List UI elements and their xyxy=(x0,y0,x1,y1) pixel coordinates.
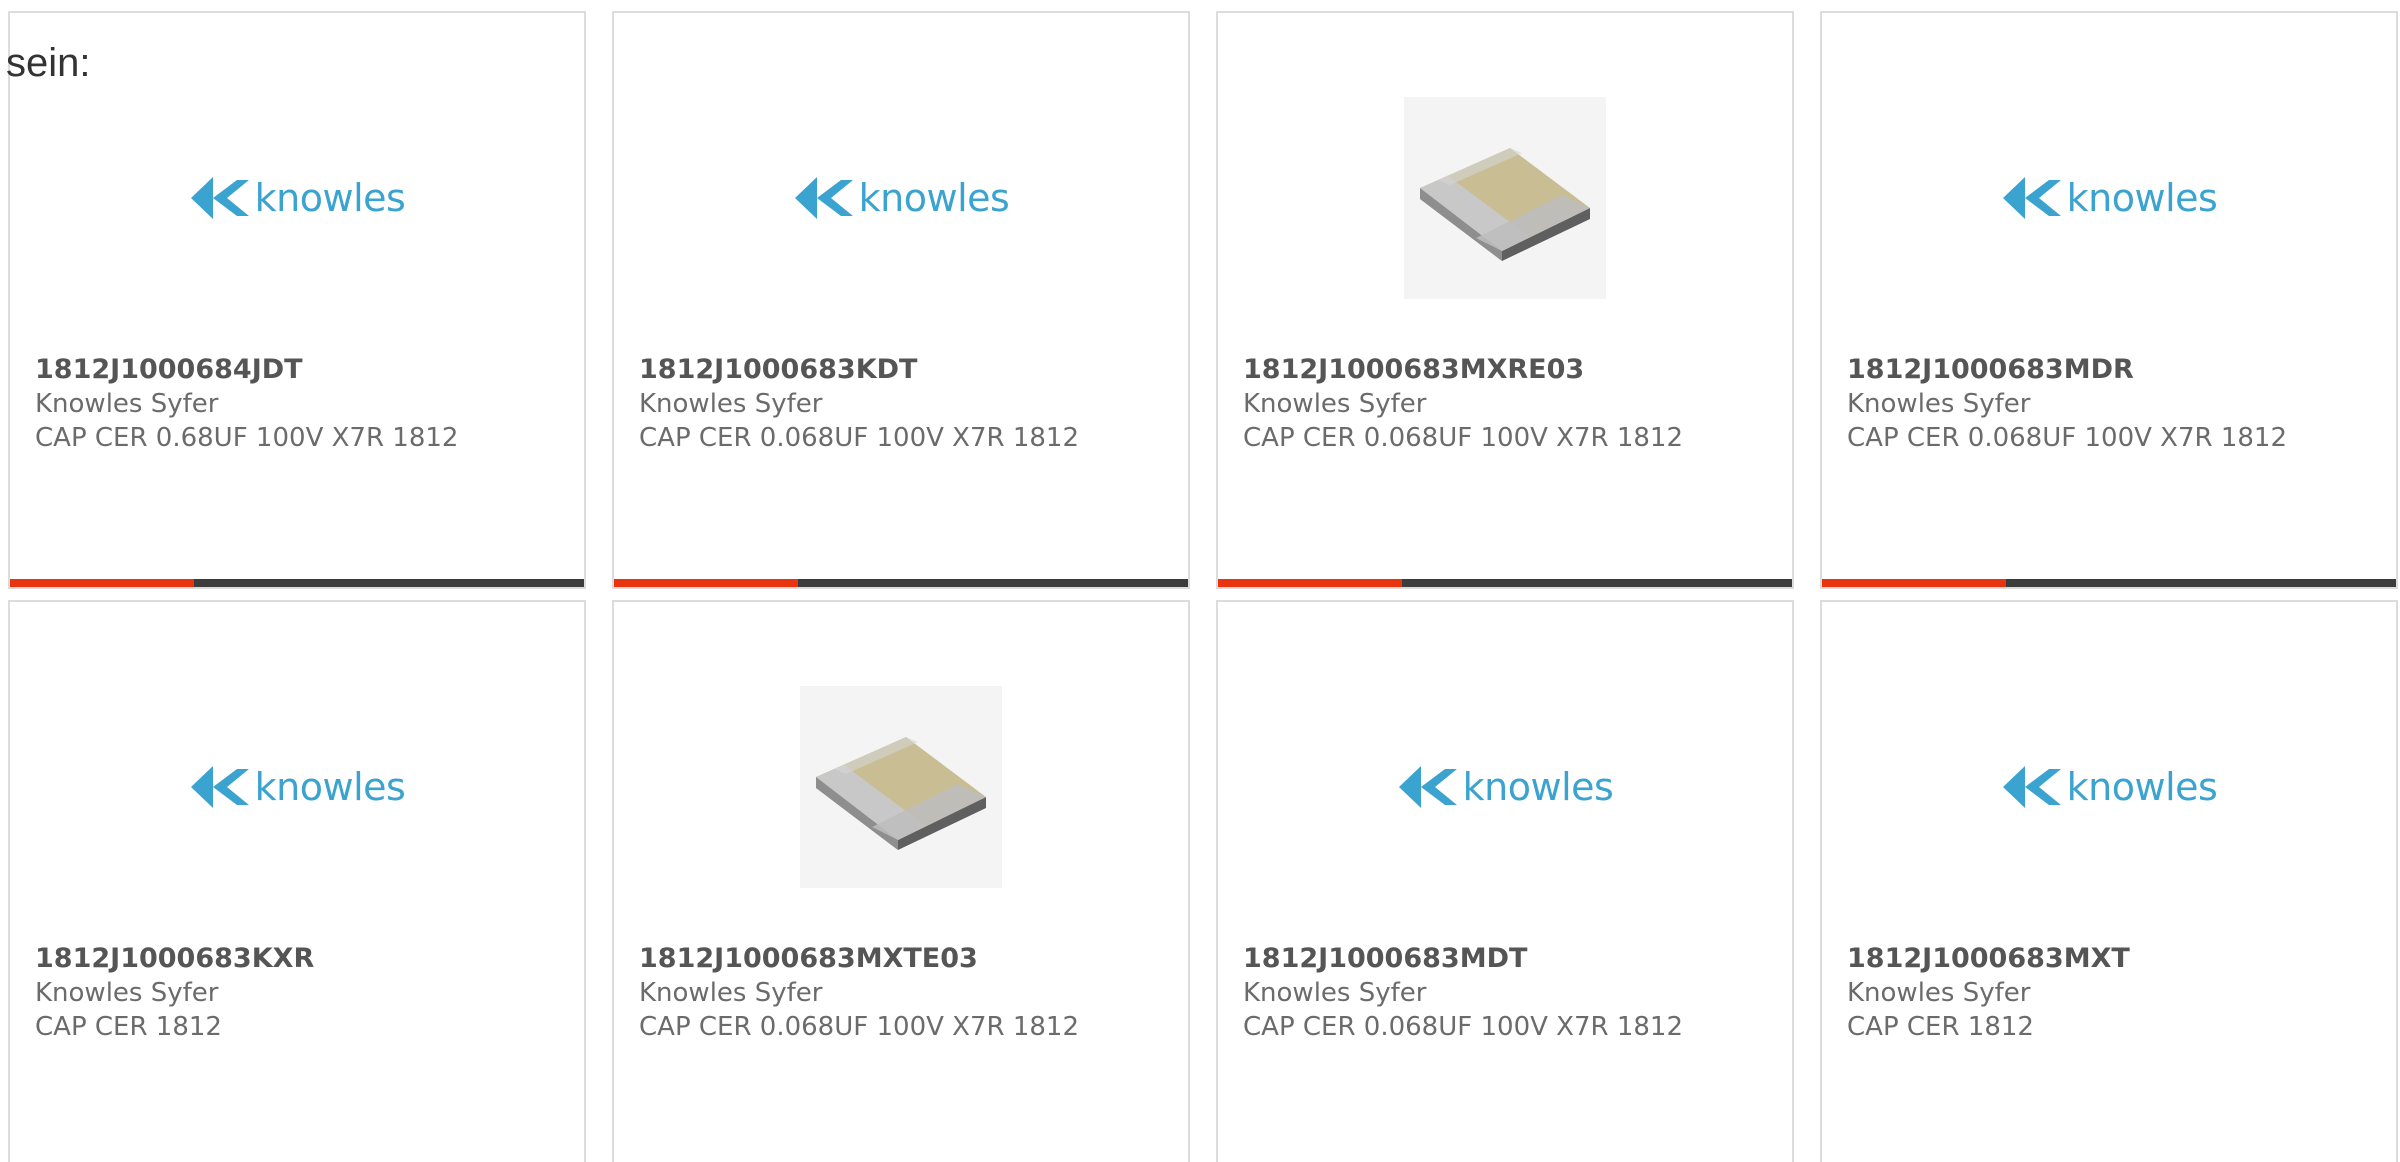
progress-bar xyxy=(1822,579,2396,587)
product-description: CAP CER 0.068UF 100V X7R 1812 xyxy=(639,423,1080,453)
chip-capacitor-icon xyxy=(1420,148,1590,261)
knowles-wordmark: knowles xyxy=(254,765,406,809)
product-image xyxy=(800,686,1002,888)
chip-capacitor-icon xyxy=(816,737,986,850)
knowles-logo: knowles xyxy=(2001,764,2218,810)
product-media: knowles xyxy=(10,71,584,325)
progress-bar-fill xyxy=(1218,579,1402,587)
manufacturer: Knowles Syfer xyxy=(35,389,219,419)
product-card[interactable]: knowles 1812J1000683KDT Knowles Syfer CAP C… xyxy=(612,11,1190,589)
knowles-logo: knowles xyxy=(1397,764,1614,810)
product-card[interactable]: knowles 1812J1000683MDT Knowles Syfer CAP C… xyxy=(1216,600,1794,1162)
product-description: CAP CER 0.068UF 100V X7R 1812 xyxy=(1243,1012,1684,1042)
progress-bar-fill xyxy=(10,579,194,587)
product-card[interactable]: knowles 1812J1000683MXT Knowles Syfer CAP C… xyxy=(1820,600,2398,1162)
product-description: CAP CER 1812 xyxy=(35,1012,222,1042)
knowles-logo: knowles xyxy=(189,764,406,810)
product-info: 1812J1000683MDT Knowles Syfer CAP CER 0.06… xyxy=(1243,942,1772,1044)
product-info: 1812J1000684JDT Knowles Syfer CAP CER 0.68… xyxy=(35,353,564,455)
product-media: knowles xyxy=(1218,660,1792,914)
manufacturer: Knowles Syfer xyxy=(1243,978,1427,1008)
product-info: 1812J1000683KXR Knowles Syfer CAP CER 1812 xyxy=(35,942,564,1044)
knowles-logo: knowles xyxy=(793,175,1010,221)
product-card[interactable]: knowles 1812J1000683MDR Knowles Syfer CAP C… xyxy=(1820,11,2398,589)
knowles-logo: knowles xyxy=(189,175,406,221)
product-card[interactable]: knowles 1812J1000684JDT Knowles Syfer CAP C… xyxy=(8,11,586,589)
product-media xyxy=(1218,71,1792,325)
knowles-logo-icon xyxy=(190,177,249,219)
product-info: 1812J1000683KDT Knowles Syfer CAP CER 0.06… xyxy=(639,353,1168,455)
part-number[interactable]: 1812J1000683MXTE03 xyxy=(639,942,1168,976)
part-number[interactable]: 1812J1000684JDT xyxy=(35,353,564,387)
product-description: CAP CER 0.068UF 100V X7R 1812 xyxy=(639,1012,1080,1042)
manufacturer: Knowles Syfer xyxy=(1847,389,2031,419)
product-description: CAP CER 0.068UF 100V X7R 1812 xyxy=(1243,423,1684,453)
manufacturer: Knowles Syfer xyxy=(639,978,823,1008)
knowles-logo-icon xyxy=(2002,766,2061,808)
knowles-logo-icon xyxy=(794,177,853,219)
product-media: knowles xyxy=(614,71,1188,325)
part-number[interactable]: 1812J1000683MDR xyxy=(1847,353,2376,387)
part-number[interactable]: 1812J1000683MXRE03 xyxy=(1243,353,1772,387)
knowles-wordmark: knowles xyxy=(858,176,1010,220)
manufacturer: Knowles Syfer xyxy=(35,978,219,1008)
product-card[interactable]: 1812J1000683MXTE03 Knowles Syfer CAP CER 0… xyxy=(612,600,1190,1162)
knowles-logo: knowles xyxy=(2001,175,2218,221)
product-image xyxy=(1404,97,1606,299)
part-number[interactable]: 1812J1000683KDT xyxy=(639,353,1168,387)
product-media: knowles xyxy=(10,660,584,914)
knowles-logo-icon xyxy=(2002,177,2061,219)
knowles-wordmark: knowles xyxy=(2066,765,2218,809)
product-media: knowles xyxy=(1822,660,2396,914)
knowles-wordmark: knowles xyxy=(2066,176,2218,220)
progress-bar xyxy=(10,579,584,587)
product-info: 1812J1000683MXRE03 Knowles Syfer CAP CER 0… xyxy=(1243,353,1772,455)
knowles-logo-icon xyxy=(1398,766,1457,808)
progress-bar-fill xyxy=(1822,579,2006,587)
knowles-logo-icon xyxy=(190,766,249,808)
manufacturer: Knowles Syfer xyxy=(1847,978,2031,1008)
product-card[interactable]: 1812J1000683MXRE03 Knowles Syfer CAP CER 0… xyxy=(1216,11,1794,589)
progress-bar-fill xyxy=(614,579,798,587)
product-media: knowles xyxy=(1822,71,2396,325)
knowles-wordmark: knowles xyxy=(254,176,406,220)
manufacturer: Knowles Syfer xyxy=(639,389,823,419)
product-media xyxy=(614,660,1188,914)
manufacturer: Knowles Syfer xyxy=(1243,389,1427,419)
product-info: 1812J1000683MDR Knowles Syfer CAP CER 0.06… xyxy=(1847,353,2376,455)
product-description: CAP CER 0.068UF 100V X7R 1812 xyxy=(1847,423,2288,453)
product-info: 1812J1000683MXTE03 Knowles Syfer CAP CER 0… xyxy=(639,942,1168,1044)
part-number[interactable]: 1812J1000683MXT xyxy=(1847,942,2376,976)
progress-bar xyxy=(1218,579,1792,587)
product-info: 1812J1000683MXT Knowles Syfer CAP CER 1812 xyxy=(1847,942,2376,1044)
part-number[interactable]: 1812J1000683KXR xyxy=(35,942,564,976)
product-description: CAP CER 1812 xyxy=(1847,1012,2034,1042)
knowles-wordmark: knowles xyxy=(1462,765,1614,809)
part-number[interactable]: 1812J1000683MDT xyxy=(1243,942,1772,976)
product-card[interactable]: knowles 1812J1000683KXR Knowles Syfer CAP C… xyxy=(8,600,586,1162)
progress-bar xyxy=(614,579,1188,587)
product-description: CAP CER 0.68UF 100V X7R 1812 xyxy=(35,423,459,453)
intro-text: sein: xyxy=(6,41,91,85)
